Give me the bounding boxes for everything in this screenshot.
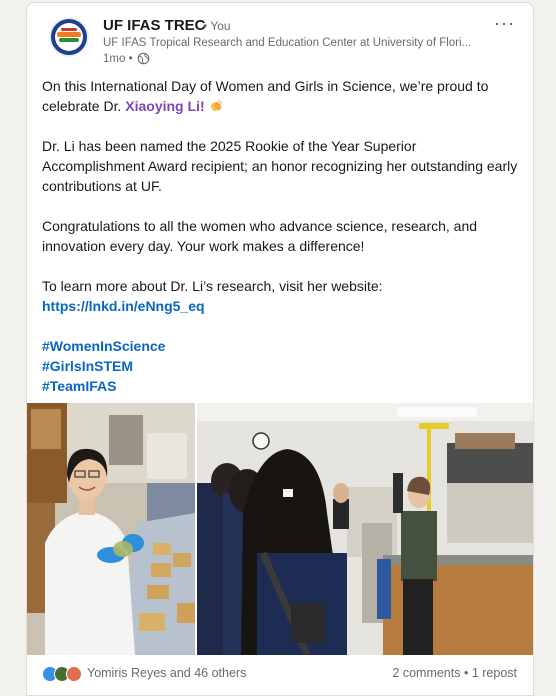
paragraph-intro: On this International Day of Women and G…: [42, 78, 489, 114]
reaction-icons[interactable]: [42, 666, 86, 682]
paragraph-award: Dr. Li has been named the 2025 Rookie of…: [42, 138, 518, 194]
author-badge: • You: [203, 19, 231, 33]
comments-reposts: 2 comments • 1 repost: [392, 666, 517, 680]
clapping-hands-icon: [210, 99, 222, 112]
post-header: UF IFAS TREC • You UF IFAS Tropical Rese…: [27, 3, 533, 73]
photo-scientist-lab[interactable]: [27, 403, 195, 655]
reactions-count[interactable]: Yomiris Reyes and 46 others: [87, 666, 246, 680]
post-time: 1mo •: [103, 53, 133, 65]
comments-count[interactable]: 2 comments: [392, 666, 460, 680]
photo-lab-group[interactable]: [197, 403, 533, 655]
website-link[interactable]: https://lnkd.in/eNng5_eq: [42, 298, 205, 314]
author-name[interactable]: UF IFAS TREC: [103, 17, 206, 34]
paragraph-congrats: Congratulations to all the women who adv…: [42, 218, 478, 254]
social-counts-bar: Yomiris Reyes and 46 others 2 comments •…: [27, 655, 533, 691]
count-separator: •: [460, 666, 472, 680]
org-logo[interactable]: [49, 17, 89, 57]
mention-xiaoying-li[interactable]: Xiaoying Li: [125, 98, 200, 114]
author-subtitle: UF IFAS Tropical Research and Education …: [103, 37, 472, 49]
globe-icon: [137, 52, 150, 65]
hashtag-girls-in-stem[interactable]: #GirlsInSTEM: [42, 356, 522, 376]
hashtag-team-ifas[interactable]: #TeamIFAS: [42, 376, 522, 396]
reposts-count[interactable]: 1 repost: [472, 666, 517, 680]
post-body: On this International Day of Women and G…: [42, 76, 522, 396]
paragraph-website: To learn more about Dr. Li’s research, v…: [42, 278, 383, 314]
more-options-icon[interactable]: ···: [494, 13, 515, 34]
hashtag-women-in-science[interactable]: #WomenInScience: [42, 336, 522, 356]
love-reaction-icon: [66, 666, 82, 682]
hashtag-list: #WomenInScience #GirlsInSTEM #TeamIFAS: [42, 336, 522, 396]
photo-gallery: [27, 403, 533, 655]
feed-post-card: UF IFAS TREC • You UF IFAS Tropical Rese…: [26, 2, 534, 696]
